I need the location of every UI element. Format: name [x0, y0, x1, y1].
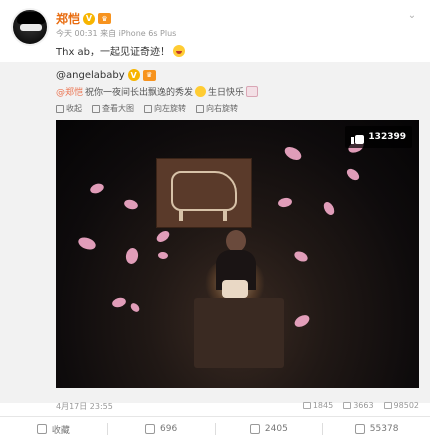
post-header: 郑恺 V ♛ 今天 00:31 来自 iPhone 6s Plus ⌄ Thx … [0, 0, 430, 62]
collapse-icon [56, 104, 64, 113]
crown-icon: ♛ [142, 69, 156, 81]
petal [321, 200, 337, 217]
avatar[interactable] [11, 8, 49, 46]
petal [282, 144, 304, 163]
like-icon [383, 402, 392, 409]
username[interactable]: 郑恺 [56, 10, 80, 27]
collapse-button[interactable]: 收起 [56, 103, 82, 114]
petal [124, 247, 140, 265]
action-bar: 收藏 696 2405 55378 [0, 416, 430, 441]
petal [128, 301, 142, 314]
star-icon [36, 424, 47, 434]
verified-icon: V [127, 69, 140, 81]
repost-username[interactable]: @angelababy [56, 70, 125, 81]
avatar-glasses [20, 24, 42, 31]
repost-count: 1845 [312, 401, 334, 410]
repost-stats: 1845 3663 98502 [302, 401, 419, 410]
photo-likes-badge[interactable]: 132399 [345, 126, 412, 148]
repost-footer: 4月17日 23:55 1845 3663 98502 [56, 401, 419, 415]
petal [344, 166, 362, 183]
rotate-left-icon [144, 104, 152, 113]
cow-poster [156, 158, 252, 228]
avatar-hair [17, 12, 45, 24]
repost-icon [302, 402, 311, 409]
repost-text-1: 祝你一夜间长出飘逸的秀发 [85, 88, 194, 98]
cow-outline [171, 171, 237, 211]
view-large-label: 查看大图 [102, 104, 134, 113]
petal [277, 196, 293, 209]
username-row: 郑恺 V ♛ [56, 10, 112, 27]
person-head [226, 230, 246, 252]
rotate-right-label: 向右旋转 [206, 104, 238, 113]
magnify-icon [92, 104, 100, 113]
petal [292, 312, 312, 330]
image-toolbar: 收起 查看大图 向左旋转 向右旋转 [56, 103, 238, 114]
birthday-photo[interactable]: 132399 [56, 120, 419, 388]
rotate-left-button[interactable]: 向左旋转 [144, 103, 186, 114]
cow-leg [223, 209, 227, 221]
rotate-right-button[interactable]: 向右旋转 [196, 103, 238, 114]
verified-icon: V [83, 12, 96, 25]
rotate-left-label: 向左旋转 [154, 104, 186, 113]
petal [123, 198, 139, 211]
petal [76, 235, 98, 252]
like-button[interactable]: 55378 [323, 417, 430, 441]
comment-action-count: 2405 [264, 424, 288, 434]
repost-action-count: 696 [160, 424, 178, 434]
petal [292, 249, 310, 264]
post-meta: 今天 00:31 来自 iPhone 6s Plus [56, 29, 177, 38]
view-large-button[interactable]: 查看大图 [92, 103, 134, 114]
repost-user-row: @angelababy V ♛ [56, 69, 156, 81]
repost-text-2: 生日快乐 [208, 88, 245, 98]
comment-icon [249, 424, 260, 434]
repost-count-button[interactable]: 1845 [302, 401, 334, 410]
like-count: 98502 [393, 401, 419, 410]
crown-icon: ♛ [98, 13, 112, 24]
thumbs-up-icon [354, 424, 365, 434]
post-text: Thx ab，一起见证奇迹！ [56, 47, 171, 58]
comment-count-button[interactable]: 3663 [343, 401, 374, 410]
comment-icon [343, 402, 352, 409]
petal [88, 181, 106, 196]
reposted-weibo: @angelababy V ♛ @郑恺 祝你一夜间长出飘逸的秀发 生日快乐 收起… [0, 62, 430, 411]
cow-leg [179, 209, 183, 221]
repost-date: 4月17日 23:55 [56, 402, 113, 411]
repost-icon [145, 424, 156, 434]
petal [154, 228, 172, 245]
rotate-right-icon [196, 104, 204, 113]
like-count-button[interactable]: 98502 [383, 401, 419, 410]
grin-emoji-icon [195, 86, 207, 97]
cake-emoji-icon [246, 86, 259, 97]
petal [111, 296, 127, 309]
chevron-down-icon[interactable]: ⌄ [404, 10, 420, 22]
petal [157, 251, 169, 260]
repost-text-row: @郑恺 祝你一夜间长出飘逸的秀发 生日快乐 [56, 85, 259, 98]
like-action-count: 55378 [369, 424, 399, 434]
dining-table [194, 298, 284, 368]
comment-count: 3663 [353, 401, 374, 410]
collapse-label: 收起 [66, 104, 82, 113]
thumbs-up-icon [351, 131, 365, 144]
laugh-emoji-icon [173, 44, 186, 57]
comment-button[interactable]: 2405 [216, 417, 323, 441]
birthday-cake [222, 280, 248, 298]
repost-button[interactable]: 696 [108, 417, 215, 441]
collect-label: 收藏 [51, 425, 70, 436]
photo-likes-count: 132399 [368, 132, 406, 142]
mention-link[interactable]: @郑恺 [56, 85, 83, 98]
collect-button[interactable]: 收藏 [0, 417, 107, 441]
post-text-row: Thx ab，一起见证奇迹！ [56, 43, 186, 58]
